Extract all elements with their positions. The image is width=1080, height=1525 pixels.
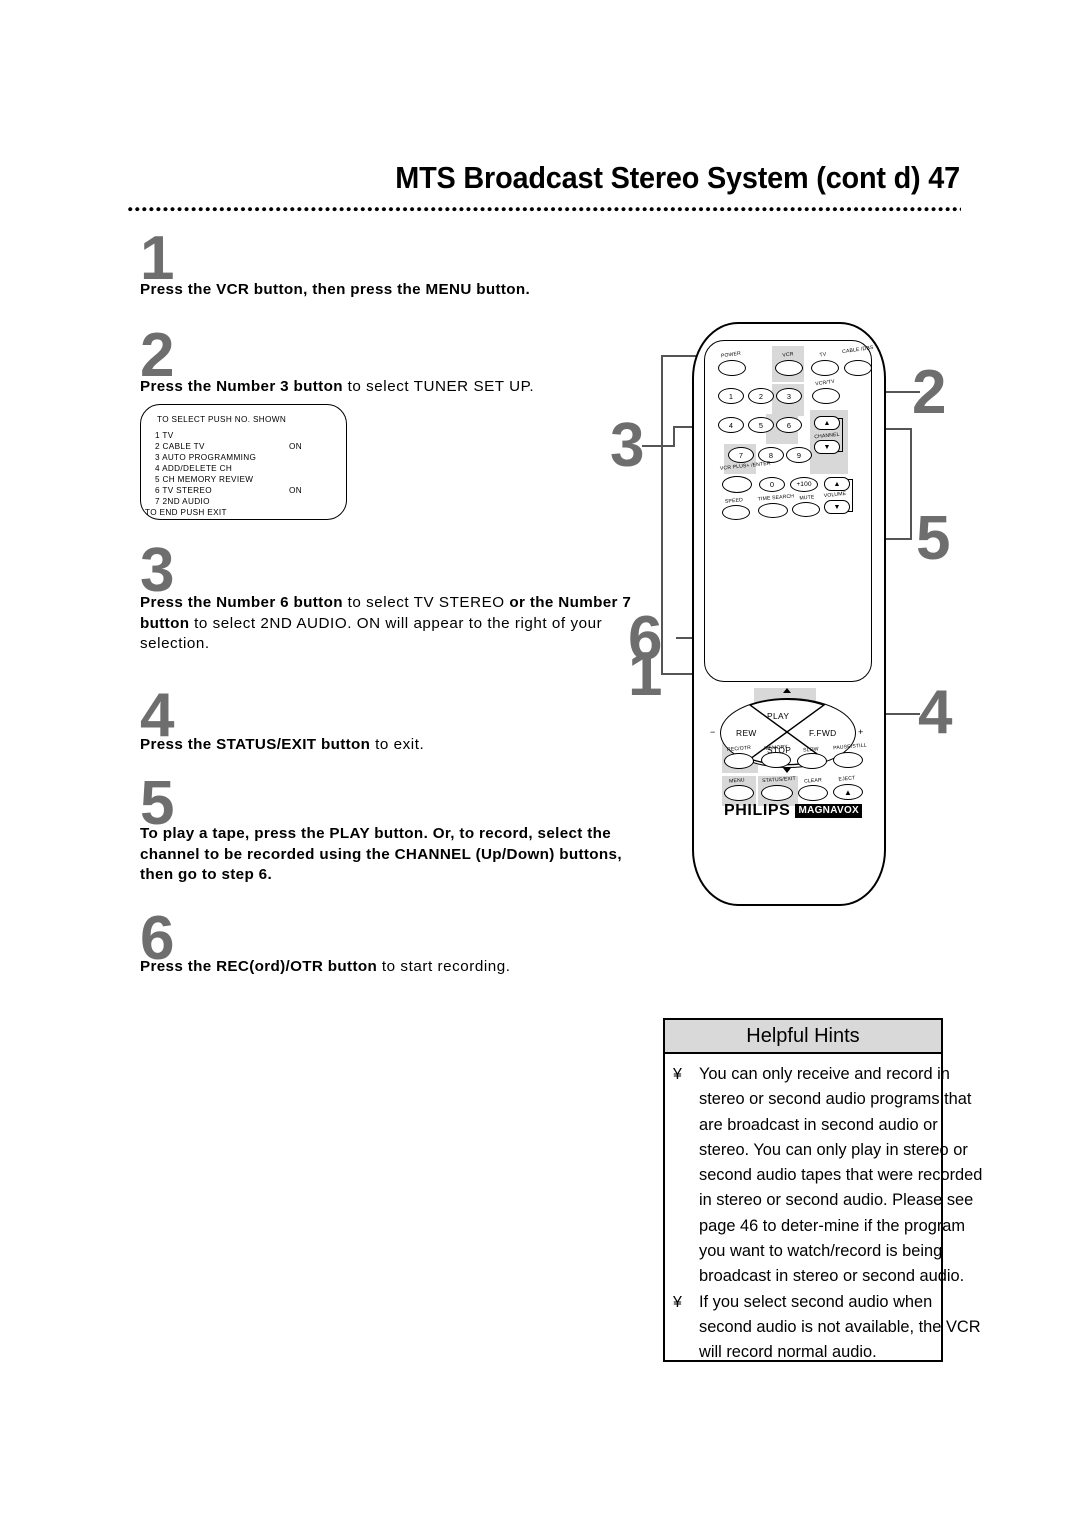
helpful-hints-title: Helpful Hints — [665, 1020, 941, 1054]
step-text-5: To play a tape, press the PLAY button. O… — [140, 824, 645, 886]
osd-item-1: 1 TV — [155, 431, 174, 440]
hint-bullet-1: ¥ — [673, 1066, 682, 1083]
hint-item-1: ¥ You can only receive and record in ste… — [673, 1062, 985, 1290]
play-label: PLAY — [767, 711, 790, 721]
channel-up-button[interactable]: ▲ — [814, 416, 840, 430]
tv-button[interactable] — [811, 360, 839, 376]
step-text-2: Press the Number 3 button to select TUNE… — [140, 377, 640, 398]
vcr-button[interactable] — [775, 360, 803, 376]
rew-label: REW — [736, 728, 757, 738]
magnavox-wordmark: MAGNAVOX — [795, 803, 862, 818]
clear-button[interactable] — [798, 785, 828, 801]
step-3-plain: to select TV STEREO — [342, 594, 510, 611]
callout-number-3: 3 — [610, 411, 645, 480]
osd-menu-box: TO SELECT PUSH NO. SHOWN 1 TV 2 CABLE TV… — [140, 404, 347, 520]
header-dotted-rule — [128, 207, 961, 214]
callout-number-1: 1 — [628, 640, 663, 709]
osd-item-7: 7 2ND AUDIO — [155, 497, 210, 506]
step-3-plain-2: to select 2ND AUDIO. ON will appear to t… — [140, 614, 603, 653]
callout-number-2: 2 — [912, 358, 947, 427]
status-exit-button[interactable] — [761, 785, 793, 801]
vcr-plus-enter-button[interactable] — [722, 476, 752, 493]
step-2-plain: to select TUNER SET UP. — [342, 378, 535, 395]
speed-button[interactable] — [722, 505, 750, 520]
key-7-button[interactable]: 7 — [728, 447, 754, 463]
channel-down-button[interactable]: ▼ — [814, 440, 840, 454]
pause-still-button[interactable] — [833, 752, 863, 768]
callout-number-5: 5 — [916, 504, 951, 573]
callout-number-4: 4 — [918, 678, 953, 747]
osd-item-2-value: ON — [289, 442, 302, 451]
key-5-button[interactable]: 5 — [748, 417, 774, 433]
rec-otr-button[interactable] — [724, 753, 754, 769]
leader-line-5-vertical — [910, 428, 912, 540]
leader-line-3-bend — [673, 426, 675, 447]
volume-down-button[interactable]: ▼ — [824, 500, 850, 514]
key-0-button[interactable]: 0 — [759, 477, 785, 492]
brand-logo: PHILIPS MAGNAVOX — [724, 801, 862, 819]
hint-text-1: You can only receive and record in stere… — [699, 1065, 983, 1286]
cable-dbs-button[interactable] — [844, 360, 872, 376]
key-3-button[interactable]: 3 — [776, 388, 802, 404]
leader-line-3-lower — [642, 445, 675, 447]
step-text-4: Press the STATUS/EXIT button to exit. — [140, 735, 640, 756]
step-1-bold: Press the VCR button, then press the MEN… — [140, 281, 531, 298]
philips-wordmark: PHILIPS — [724, 801, 791, 819]
osd-item-6: 6 TV STEREO — [155, 486, 212, 495]
step-6-plain: to start recording. — [377, 958, 511, 975]
channel-bracket-top — [838, 418, 843, 420]
osd-footer: TO END PUSH EXIT — [145, 508, 227, 517]
memory-button[interactable] — [761, 752, 791, 768]
step-4-bold: Press the STATUS/EXIT button — [140, 736, 371, 753]
manual-page: MTS Broadcast Stereo System (cont d) 47 … — [0, 0, 1080, 1525]
step-3-bold: Press the Number 6 button — [140, 594, 343, 611]
power-button[interactable] — [718, 360, 746, 376]
time-search-button[interactable] — [758, 503, 788, 518]
remote-control-diagram: POWER VCR TV CABLE /DBS 1 2 3 VCR/TV 4 5… — [610, 300, 980, 920]
step-5-bold: To play a tape, press the PLAY button. O… — [140, 825, 622, 883]
menu-button[interactable] — [724, 785, 754, 801]
joystick-minus-label: − — [710, 727, 716, 737]
osd-title: TO SELECT PUSH NO. SHOWN — [157, 415, 287, 424]
helpful-hints-content: ¥ You can only receive and record in ste… — [673, 1062, 985, 1366]
key-4-button[interactable]: 4 — [718, 417, 744, 433]
vcr-tv-button[interactable] — [812, 388, 840, 404]
joystick-plus-label: + — [858, 727, 864, 737]
key-plus100-button[interactable]: +100 — [790, 477, 818, 492]
step-text-6: Press the REC(ord)/OTR button to start r… — [140, 957, 640, 978]
key-2-button[interactable]: 2 — [748, 388, 774, 404]
volume-bracket-vertical — [852, 479, 854, 512]
mute-button[interactable] — [792, 502, 820, 517]
joystick-down-arrow-icon — [783, 768, 791, 773]
osd-item-4: 4 ADD/DELETE CH — [155, 464, 233, 473]
joystick-up-arrow-icon — [783, 688, 791, 693]
osd-item-2: 2 CABLE TV — [155, 442, 205, 451]
key-9-button[interactable]: 9 — [786, 447, 812, 463]
ffwd-label: F.FWD — [809, 728, 837, 738]
step-2-bold: Press the Number 3 button — [140, 378, 343, 395]
slow-button[interactable] — [797, 753, 827, 769]
volume-bracket-bottom — [848, 511, 853, 513]
eject-button[interactable]: ▲ — [833, 784, 863, 800]
volume-up-button[interactable]: ▲ — [824, 477, 850, 491]
channel-bracket-vertical — [842, 418, 844, 452]
step-4-plain: to exit. — [370, 736, 425, 753]
channel-bracket-bottom — [838, 451, 843, 453]
osd-item-3: 3 AUTO PROGRAMMING — [155, 453, 257, 462]
osd-item-6-value: ON — [289, 486, 302, 495]
hint-item-2: ¥ If you select second audio when second… — [673, 1290, 985, 1366]
page-title: MTS Broadcast Stereo System (cont d) 47 — [395, 160, 960, 195]
hint-text-2: If you select second audio when second a… — [699, 1292, 981, 1362]
step-text-1: Press the VCR button, then press the MEN… — [140, 280, 640, 301]
step-text-3: Press the Number 6 button to select TV S… — [140, 593, 635, 655]
key-1-button[interactable]: 1 — [718, 388, 744, 404]
volume-bracket-top — [848, 479, 853, 481]
hint-bullet-2: ¥ — [673, 1293, 682, 1311]
key-6-button[interactable]: 6 — [776, 417, 802, 433]
step-6-bold: Press the REC(ord)/OTR button — [140, 958, 378, 975]
osd-item-5: 5 CH MEMORY REVIEW — [155, 475, 254, 484]
